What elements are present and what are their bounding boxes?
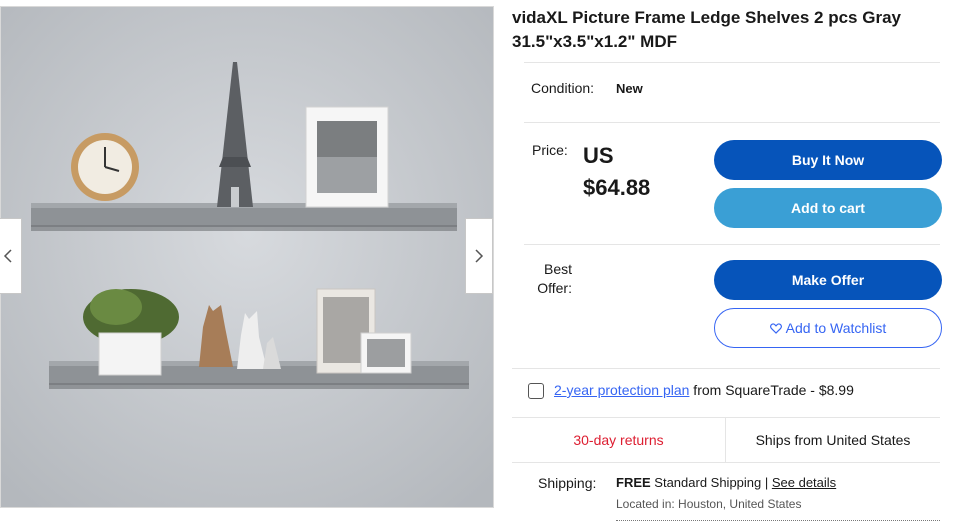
product-title: vidaXL Picture Frame Ledge Shelves 2 pcs… — [512, 8, 901, 51]
price-label: Price: — [532, 142, 568, 158]
returns-shipping-summary: 30-day returns Ships from United States — [512, 417, 940, 463]
divider — [524, 122, 940, 123]
protection-plan-checkbox[interactable] — [528, 383, 544, 399]
located-label: Located in: — [616, 497, 675, 511]
product-photo — [1, 7, 493, 507]
best-offer-label: Best Offer: — [532, 260, 572, 298]
item-location: Located in: Houston, United States — [616, 497, 801, 511]
located-value: Houston, United States — [674, 497, 802, 511]
condition-label: Condition: — [531, 80, 595, 96]
make-offer-button[interactable]: Make Offer — [714, 260, 942, 300]
chevron-left-icon — [3, 249, 12, 263]
price-currency: US — [583, 143, 614, 168]
image-next-button[interactable] — [465, 218, 493, 294]
buy-it-now-button[interactable]: Buy It Now — [714, 140, 942, 180]
cutoff-row — [540, 518, 940, 526]
best-offer-label-line2: Offer: — [537, 280, 572, 296]
condition-value: New — [616, 81, 643, 96]
returns-policy[interactable]: 30-day returns — [512, 418, 726, 462]
ships-from: Ships from United States — [755, 432, 911, 448]
divider — [512, 368, 940, 369]
best-offer-label-line1: Best — [543, 261, 572, 277]
shipping-method: Standard Shipping | — [650, 475, 772, 490]
product-image[interactable] — [0, 6, 494, 508]
price-amount: $64.88 — [583, 175, 651, 200]
add-to-cart-button[interactable]: Add to cart — [714, 188, 942, 228]
see-details-link[interactable]: See details — [772, 475, 836, 490]
shipping-label: Shipping: — [538, 475, 597, 491]
dotted-underline — [616, 520, 940, 521]
protection-plan-text: 2-year protection plan from SquareTrade … — [554, 382, 854, 398]
price-value: US $64.88 — [583, 140, 693, 204]
shipping-free: FREE — [616, 475, 651, 490]
chevron-right-icon — [475, 249, 484, 263]
shipping-info: FREE Standard Shipping | See details — [616, 475, 836, 490]
divider — [524, 62, 940, 63]
watchlist-label: Add to Watchlist — [785, 320, 887, 336]
protection-plan-price: from SquareTrade - $8.99 — [689, 382, 854, 398]
protection-plan-link[interactable]: 2-year protection plan — [554, 382, 689, 398]
divider — [524, 244, 940, 245]
image-prev-button[interactable] — [0, 218, 22, 294]
add-to-watchlist-button[interactable]: Add to Watchlist — [714, 308, 942, 348]
heart-outline-icon — [769, 322, 782, 334]
